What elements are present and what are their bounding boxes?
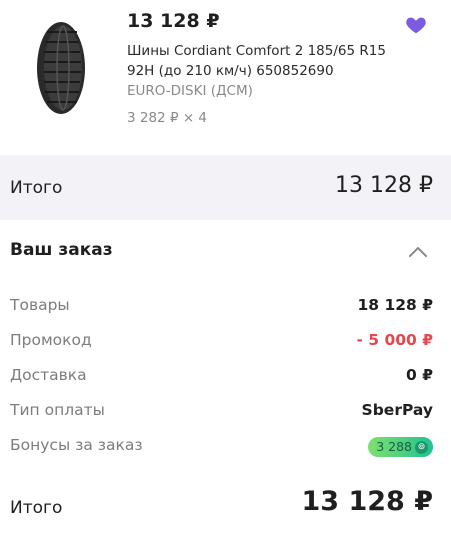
row-value: SberPay: [361, 401, 433, 419]
row-value: - 5 000 ₽: [356, 331, 433, 349]
final-total-label: Итого: [10, 498, 63, 518]
unit-price-quantity: 3 282 ₽ × 4: [127, 110, 208, 126]
row-label: Товары: [10, 296, 70, 314]
bonus-badge: 3 288 ⊚: [368, 437, 433, 457]
row-items: Товары 18 128 ₽: [0, 290, 451, 325]
total-value: 13 128 ₽: [335, 173, 433, 198]
sber-bonus-icon: ⊚: [415, 440, 428, 454]
heart-icon[interactable]: [405, 14, 427, 36]
row-label: Тип оплаты: [10, 401, 105, 419]
row-promo: Промокод - 5 000 ₽: [0, 325, 451, 360]
row-label: Доставка: [10, 366, 87, 384]
tire-image: [37, 22, 85, 114]
total-bar: Итого 13 128 ₽: [0, 155, 451, 220]
order-title: Ваш заказ: [10, 240, 113, 260]
row-value: 0 ₽: [406, 366, 433, 384]
bonus-value: 3 288: [376, 439, 412, 454]
chevron-up-icon[interactable]: [408, 244, 428, 258]
product-price: 13 128 ₽: [127, 10, 220, 32]
row-delivery: Доставка 0 ₽: [0, 360, 451, 395]
row-label: Бонусы за заказ: [10, 436, 143, 454]
row-bonuses: Бонусы за заказ 3 288 ⊚: [0, 430, 451, 465]
order-summary-header[interactable]: Ваш заказ: [0, 220, 451, 285]
seller-name[interactable]: EURO-DISKI (ДСМ): [127, 83, 253, 99]
product-card: 13 128 ₽ Шины Cordiant Comfort 2 185/65 …: [0, 0, 451, 155]
row-payment-type: Тип оплаты SberPay: [0, 395, 451, 430]
row-label: Промокод: [10, 331, 92, 349]
total-label: Итого: [10, 178, 63, 198]
row-value: 18 128 ₽: [357, 296, 433, 314]
final-total-value: 13 128 ₽: [301, 486, 433, 517]
product-name[interactable]: Шины Cordiant Comfort 2 185/65 R15 92H (…: [127, 41, 397, 81]
